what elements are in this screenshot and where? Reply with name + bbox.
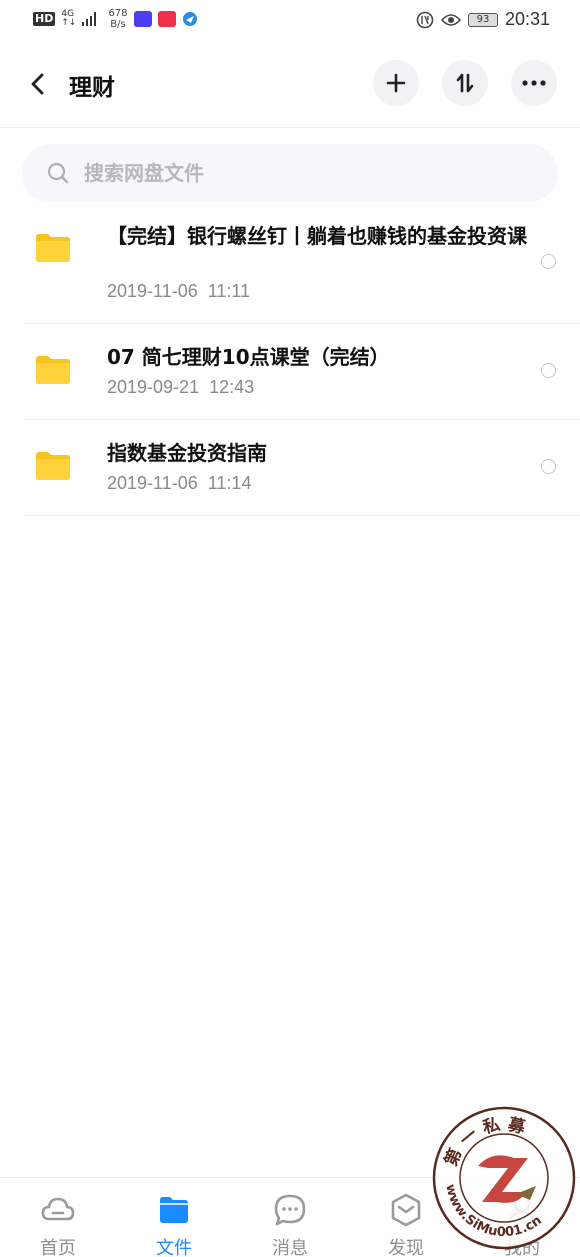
list-item[interactable]: 指数基金投资指南 2019-11-06 11:14 bbox=[0, 420, 580, 516]
nav-tab-label: 文件 bbox=[156, 1238, 192, 1257]
select-checkbox[interactable] bbox=[541, 254, 556, 269]
search-bar[interactable] bbox=[22, 144, 558, 202]
status-bar: HD 4G ↑↓ 678 B/s 93 20:31 bbox=[0, 0, 580, 40]
net-speed-unit: B/s bbox=[110, 19, 126, 30]
hd-indicator: HD bbox=[33, 12, 56, 26]
watermark-seal: 第 一 私 募 www.SiMu001.cn bbox=[432, 1106, 576, 1250]
net-speed-value: 678 bbox=[108, 8, 128, 19]
nfc-icon bbox=[416, 11, 434, 28]
add-button[interactable] bbox=[373, 60, 419, 106]
app-header: 理财 bbox=[0, 40, 580, 128]
back-button[interactable] bbox=[24, 70, 52, 98]
folder-icon bbox=[160, 1197, 188, 1223]
file-name: 指数基金投资指南 bbox=[107, 441, 267, 465]
nav-tab-label: 首页 bbox=[40, 1238, 76, 1257]
folder-icon bbox=[36, 234, 70, 262]
network-arrows: ↑↓ bbox=[61, 18, 77, 28]
select-checkbox[interactable] bbox=[541, 363, 556, 378]
chat-bubble-icon bbox=[274, 1194, 306, 1226]
search-icon bbox=[47, 162, 69, 184]
net-speed: 678 B/s bbox=[108, 8, 127, 30]
folder-icon bbox=[36, 452, 70, 480]
file-date: 2019-11-06 11:11 bbox=[107, 281, 251, 301]
status-right: 93 20:31 bbox=[416, 9, 550, 30]
network-indicator: 4G ↑↓ bbox=[61, 10, 76, 28]
app-notification-icon bbox=[182, 12, 197, 26]
nav-tab-home[interactable]: 首页 bbox=[0, 1178, 116, 1257]
file-list: 【完结】银行螺丝钉丨躺着也赚钱的基金投资课 2019-11-06 11:11 0… bbox=[0, 212, 580, 516]
status-left: HD 4G ↑↓ 678 B/s bbox=[33, 8, 198, 30]
search-input[interactable] bbox=[84, 158, 524, 188]
file-date: 2019-11-06 11:14 bbox=[107, 473, 252, 493]
battery-indicator: 93 bbox=[467, 12, 498, 27]
app-notification-icon bbox=[133, 11, 152, 27]
sort-arrows-icon bbox=[456, 73, 474, 93]
battery-level: 93 bbox=[476, 13, 490, 25]
list-item[interactable]: 【完结】银行螺丝钉丨躺着也赚钱的基金投资课 2019-11-06 11:11 bbox=[0, 212, 580, 324]
nav-tab-files[interactable]: 文件 bbox=[116, 1178, 232, 1257]
divider bbox=[24, 515, 580, 516]
clock: 20:31 bbox=[504, 9, 550, 29]
folder-icon bbox=[36, 356, 70, 384]
cloud-icon bbox=[41, 1197, 75, 1221]
nav-tab-messages[interactable]: 消息 bbox=[232, 1178, 348, 1257]
file-name: 07 简七理财10点课堂（完结） bbox=[107, 345, 390, 369]
file-date: 2019-09-21 12:43 bbox=[107, 377, 255, 397]
signal-icon bbox=[82, 12, 97, 26]
more-dots-icon bbox=[522, 80, 546, 86]
eye-comfort-icon bbox=[440, 13, 461, 26]
nav-tab-label: 消息 bbox=[272, 1238, 308, 1257]
chevron-left-icon bbox=[31, 73, 44, 95]
sort-button[interactable] bbox=[442, 60, 488, 106]
plus-icon bbox=[386, 73, 406, 93]
app-notification-icon bbox=[157, 11, 176, 27]
file-name: 【完结】银行螺丝钉丨躺着也赚钱的基金投资课 bbox=[107, 224, 527, 248]
discover-cube-icon bbox=[391, 1193, 421, 1227]
page-title: 理财 bbox=[69, 75, 115, 101]
more-button[interactable] bbox=[511, 60, 557, 106]
list-item[interactable]: 07 简七理财10点课堂（完结） 2019-09-21 12:43 bbox=[0, 324, 580, 420]
select-checkbox[interactable] bbox=[541, 459, 556, 474]
